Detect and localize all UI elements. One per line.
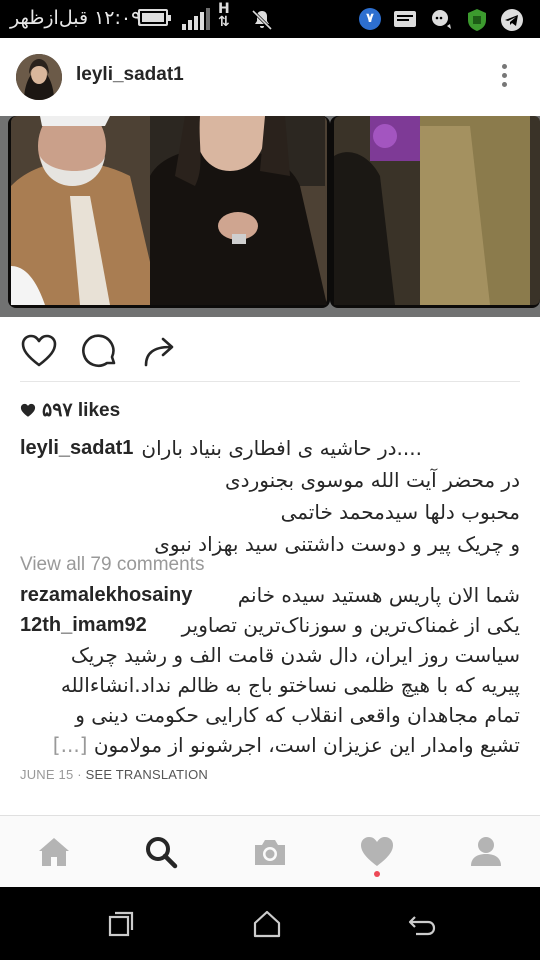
system-navigation-bar (0, 887, 540, 960)
bottom-tab-bar (0, 815, 540, 887)
comment-text-line: سیاست روز ایران، دال شدن قامت الف و رشید… (70, 643, 520, 667)
comment-icon[interactable] (81, 333, 119, 369)
see-translation-link[interactable]: SEE TRANSLATION (86, 767, 208, 782)
mute-icon (251, 9, 273, 31)
caption-line: ....در حاشیه ی افطاری بنیاد باران (141, 436, 422, 460)
comment-item: rezamalekhosainy شما الان پاریس هستید سی… (20, 580, 520, 610)
divider (20, 381, 520, 382)
battery-icon (138, 9, 171, 26)
post-header: leyli_sadat1 (0, 38, 540, 116)
comment-item: 12th_imam92 یکی از غمناک‌ترین و سوزناک‌ت… (20, 610, 520, 640)
caption-line: محبوب دلها سیدمحمد خاتمی (280, 500, 520, 524)
post-photo[interactable] (0, 116, 540, 317)
date-label: JUNE 15 (20, 767, 74, 782)
recent-apps-icon[interactable] (106, 909, 136, 939)
status-bar: ۱۲:۰۹ قبل‌ازظهر H ⇅ ۷ (0, 0, 540, 38)
notification-dot (374, 871, 380, 877)
post-date: JUNE 15 · SEE TRANSLATION (20, 767, 208, 782)
search-icon[interactable] (143, 834, 179, 870)
telegram-icon (501, 9, 523, 31)
comment-author[interactable]: 12th_imam92 (20, 610, 147, 640)
signal-icon (182, 8, 210, 30)
chat-icon (432, 10, 451, 29)
comments-list: rezamalekhosainy شما الان پاریس هستید سی… (20, 580, 520, 760)
home-button-icon[interactable] (252, 909, 282, 939)
caption-author[interactable]: leyli_sadat1 (20, 432, 133, 464)
heart-icon (20, 403, 36, 417)
share-icon[interactable] (142, 333, 180, 369)
avatar[interactable] (16, 54, 62, 100)
profile-icon[interactable] (468, 834, 504, 870)
likes-count[interactable]: ۵۹۷ likes (20, 399, 120, 422)
shield-app-icon (468, 9, 486, 31)
comment-text-line: تشیع وامدار این عزیزان است، اجرشونو از م… (93, 733, 520, 757)
like-icon[interactable] (20, 333, 58, 369)
view-all-comments-link[interactable]: View all 79 comments (20, 554, 204, 576)
post-username[interactable]: leyli_sadat1 (76, 64, 184, 86)
status-time: ۱۲:۰۹ قبل‌ازظهر (10, 7, 142, 29)
message-icon (394, 11, 416, 27)
comment-text: یکی از غمناک‌ترین و سوزناک‌ترین تصاویر (181, 613, 520, 637)
home-icon[interactable] (36, 834, 72, 870)
camera-icon[interactable] (252, 834, 288, 870)
more-options-icon[interactable] (500, 64, 508, 92)
comment-text-line: تمام مجاهدان واقعی انقلاب که کارایی حکوم… (75, 703, 520, 727)
date-separator: · (73, 767, 86, 782)
comment-text-line: پیریه که با هیچ ظلمی نساختو باج به ظالم … (60, 673, 520, 697)
post-actions (0, 317, 540, 383)
notification-badge-icon: ۷ (359, 8, 381, 30)
back-icon[interactable] (406, 909, 436, 939)
comment-text: شما الان پاریس هستید سیده خانم (237, 583, 520, 607)
likes-label: ۵۹۷ likes (42, 400, 121, 421)
activity-heart-icon[interactable] (359, 834, 395, 870)
network-type-icon: H ⇅ (218, 1, 230, 30)
more-link[interactable]: [...] (53, 733, 88, 757)
caption-line: در محضر آیت الله موسوی بجنوردی (225, 468, 520, 492)
comment-author[interactable]: rezamalekhosainy (20, 580, 192, 610)
post-caption: leyli_sadat1 ....در حاشیه ی افطاری بنیاد… (20, 432, 520, 560)
